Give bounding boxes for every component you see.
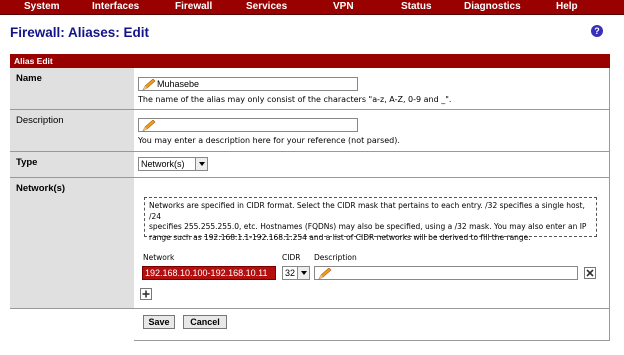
menu-services[interactable]: Services xyxy=(246,1,287,12)
name-row: Name Muhasebe The name of the alias may … xyxy=(10,68,610,110)
add-row-button[interactable] xyxy=(140,288,152,300)
pencil-icon xyxy=(318,268,332,280)
description-row: Description You may enter a description … xyxy=(10,110,610,152)
menu-diagnostics[interactable]: Diagnostics xyxy=(464,1,521,12)
name-value: Muhasebe xyxy=(157,79,200,89)
description-label: Description xyxy=(10,110,134,151)
menu-help[interactable]: Help xyxy=(556,1,578,12)
name-note: The name of the alias may only consist o… xyxy=(138,95,452,104)
plus-icon xyxy=(142,290,150,298)
chevron-down-icon xyxy=(297,267,309,279)
menu-vpn[interactable]: VPN xyxy=(333,1,354,12)
menu-status[interactable]: Status xyxy=(401,1,432,12)
networks-label: Network(s) xyxy=(10,178,134,308)
column-description: Description xyxy=(314,253,357,262)
type-selected: Network(s) xyxy=(141,159,185,169)
info-line-2: specifies 255.255.255.0, etc. Hostnames … xyxy=(149,222,587,231)
chevron-down-icon xyxy=(195,158,207,170)
networks-info: Networks are specified in CIDR format. S… xyxy=(144,197,597,242)
page-title: Firewall: Aliases: Edit xyxy=(10,25,150,40)
menu-firewall[interactable]: Firewall xyxy=(175,1,212,12)
help-icon[interactable]: ? xyxy=(591,25,603,37)
cancel-button[interactable]: Cancel xyxy=(183,315,227,329)
delete-icon xyxy=(586,269,594,277)
column-cidr: CIDR xyxy=(282,253,301,262)
type-row: Type Network(s) xyxy=(10,152,610,178)
top-menu-bar: System Interfaces Firewall Services VPN … xyxy=(0,0,624,15)
buttons-row xyxy=(10,308,610,341)
name-label: Name xyxy=(10,68,134,109)
description-input[interactable] xyxy=(138,118,358,132)
pencil-icon xyxy=(142,120,156,132)
info-line-1: Networks are specified in CIDR format. S… xyxy=(149,201,585,221)
pencil-icon xyxy=(142,79,156,91)
section-header: Alias Edit xyxy=(10,54,610,68)
type-label: Type xyxy=(10,152,134,177)
cidr-selected: 32 xyxy=(285,268,296,278)
name-input[interactable]: Muhasebe xyxy=(138,77,358,91)
cidr-select[interactable]: 32 xyxy=(282,266,310,280)
save-button[interactable]: Save xyxy=(143,315,175,329)
column-network: Network xyxy=(143,253,175,262)
delete-row-button[interactable] xyxy=(584,267,596,279)
network-input[interactable]: 192.168.10.100-192.168.10.11 xyxy=(142,266,276,280)
info-line-3: range such as 192.168.1.1-192.168.1.254 … xyxy=(149,232,531,242)
type-select[interactable]: Network(s) xyxy=(138,157,208,171)
description-note: You may enter a description here for you… xyxy=(138,136,400,145)
menu-interfaces[interactable]: Interfaces xyxy=(92,1,139,12)
network-description-input[interactable] xyxy=(314,266,578,280)
menu-system[interactable]: System xyxy=(24,1,60,12)
